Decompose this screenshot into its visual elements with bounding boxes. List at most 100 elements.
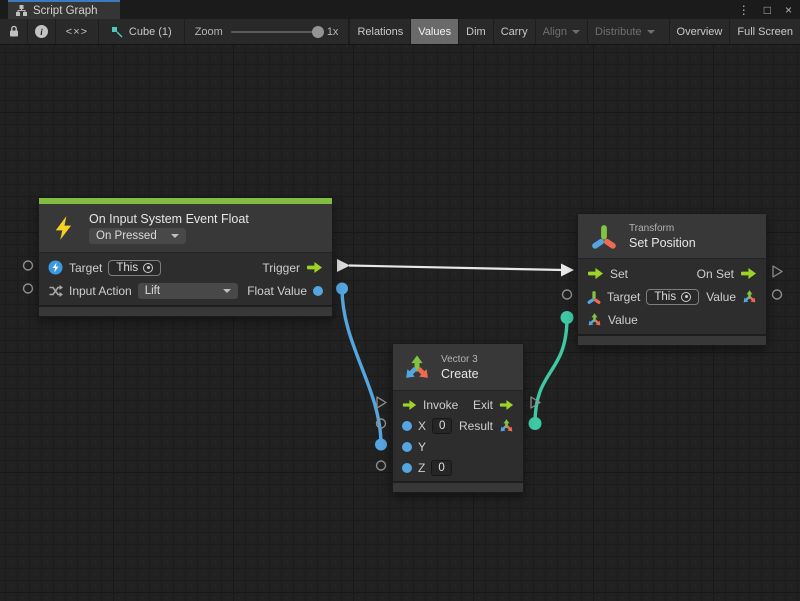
port-row-x-result: X 0 Result — [393, 415, 523, 436]
close-icon[interactable]: × — [785, 4, 792, 16]
flow-arrow-icon — [306, 261, 323, 274]
target-picker-icon — [681, 292, 691, 302]
input-action-icon — [48, 284, 63, 298]
port-invoke-input[interactable] — [377, 397, 386, 408]
node-category: Vector 3 — [441, 354, 479, 365]
transform-port-icon[interactable] — [587, 290, 601, 304]
node-on-input-system-event-float[interactable]: On Input System Event Float On Pressed — [38, 197, 333, 317]
port-onset-output[interactable] — [773, 266, 782, 277]
vector3-port-icon[interactable] — [742, 289, 757, 304]
chevron-down-icon — [223, 289, 231, 293]
vector3-node-header[interactable]: Vector 3 Create — [393, 344, 523, 390]
wire-trigger-to-set[interactable] — [349, 266, 563, 271]
graph-hierarchy-icon — [16, 5, 27, 16]
port-row-target-value: Target This Value — [578, 285, 766, 308]
port-exit-output[interactable] — [531, 397, 540, 408]
node-category: Transform — [629, 223, 696, 234]
vector3-port-icon[interactable] — [499, 418, 514, 433]
wire-flow-arrowhead-icon — [561, 264, 574, 277]
port-row-set-onset: Set On Set — [578, 262, 766, 285]
info-icon — [35, 25, 48, 38]
wire-floatvalue-to-y[interactable] — [342, 289, 381, 445]
float-port-icon[interactable] — [402, 421, 412, 431]
dim-button[interactable]: Dim — [458, 19, 493, 44]
code-view-icon: <×> — [66, 26, 88, 38]
port-row-input-action: Input Action Lift Float Value — [39, 279, 332, 302]
wire-result-to-value[interactable] — [535, 318, 567, 424]
port-x-input[interactable] — [377, 419, 386, 428]
input-system-icon — [48, 260, 63, 275]
flow-arrow-icon — [499, 399, 514, 411]
lock-icon — [8, 25, 20, 38]
chevron-down-icon — [171, 234, 179, 238]
node-vector3-create[interactable]: Vector 3 Create Invoke Exit — [392, 343, 524, 493]
node-title: Set Position — [629, 236, 696, 250]
tab-title: Script Graph — [33, 5, 98, 17]
port-value-output[interactable] — [773, 290, 782, 299]
tab-script-graph[interactable]: Script Graph — [8, 0, 120, 19]
event-state-dropdown[interactable]: On Pressed — [89, 228, 186, 244]
float-port-icon[interactable] — [402, 463, 412, 473]
overview-button[interactable]: Overview — [669, 19, 730, 44]
chevron-down-icon — [572, 30, 580, 34]
float-port-icon[interactable] — [313, 286, 323, 296]
zoom-label: Zoom — [195, 26, 223, 38]
port-event-target-input[interactable] — [24, 261, 33, 270]
x-value-field[interactable]: 0 — [432, 418, 452, 434]
flow-arrow-icon — [740, 267, 757, 280]
port-result-output[interactable] — [529, 417, 542, 430]
code-view-button[interactable]: <×> — [56, 19, 99, 44]
port-row-value-input: Value — [578, 308, 766, 331]
lightning-bolt-icon — [52, 215, 76, 241]
port-z-input[interactable] — [377, 461, 386, 470]
carry-button[interactable]: Carry — [493, 19, 535, 44]
event-target-this-button[interactable]: This — [108, 260, 161, 276]
event-node-footer — [39, 305, 332, 316]
zoom-slider[interactable] — [231, 31, 319, 33]
port-float-value-output[interactable] — [336, 283, 348, 295]
transform-node-header[interactable]: Transform Set Position — [578, 214, 766, 258]
zoom-control: Zoom 1x — [185, 19, 350, 44]
node-title: On Input System Event Float — [89, 212, 249, 226]
graph-toolbar: <×> Cube (1) Zoom 1x Relations Values Di… — [0, 19, 800, 45]
port-event-inputaction-input[interactable] — [24, 284, 33, 293]
node-transform-set-position[interactable]: Transform Set Position Set On Set — [577, 213, 767, 346]
unity-visual-scripting-window: Script Graph ⋮ □ × <×> — [0, 0, 800, 601]
transform-node-footer — [578, 334, 766, 345]
port-transform-target-input[interactable] — [563, 290, 572, 299]
input-action-dropdown[interactable]: Lift — [138, 283, 238, 299]
event-node-header[interactable]: On Input System Event Float On Pressed — [39, 204, 332, 252]
align-dropdown[interactable]: Align — [535, 19, 587, 44]
distribute-dropdown[interactable]: Distribute — [587, 19, 661, 44]
port-y-input[interactable] — [375, 439, 387, 451]
port-trigger-output[interactable] — [337, 259, 350, 272]
zoom-value: 1x — [327, 26, 339, 38]
info-button[interactable] — [28, 19, 56, 44]
window-controls: ⋮ □ × — [738, 0, 800, 19]
values-button[interactable]: Values — [410, 19, 458, 44]
graph-canvas[interactable]: On Input System Event Float On Pressed — [0, 45, 800, 601]
port-row-y: Y — [393, 436, 523, 457]
vector3-icon — [403, 353, 431, 381]
lock-button[interactable] — [0, 19, 28, 44]
menu-icon[interactable]: ⋮ — [738, 4, 750, 16]
port-value-input[interactable] — [561, 311, 574, 324]
port-row-invoke-exit: Invoke Exit — [393, 394, 523, 415]
toolbar-right-buttons: Relations Values Dim Carry Align Distrib… — [349, 19, 800, 44]
transform-target-this-button[interactable]: This — [646, 289, 699, 305]
port-row-z: Z 0 — [393, 457, 523, 478]
z-value-field[interactable]: 0 — [431, 460, 451, 476]
vector3-node-footer — [393, 481, 523, 492]
flow-arrow-icon — [587, 267, 604, 280]
relations-button[interactable]: Relations — [349, 19, 410, 44]
chevron-down-icon — [647, 30, 655, 34]
zoom-slider-handle[interactable] — [312, 26, 324, 38]
vector3-port-icon[interactable] — [587, 312, 602, 327]
float-port-icon[interactable] — [402, 442, 412, 452]
tab-bar: Script Graph ⋮ □ × — [0, 0, 800, 19]
graph-selector[interactable]: Cube (1) — [99, 19, 185, 44]
target-picker-icon — [143, 263, 153, 273]
fullscreen-button[interactable]: Full Screen — [729, 19, 800, 44]
port-row-target: Target This Trigger — [39, 256, 332, 279]
maximize-icon[interactable]: □ — [764, 4, 771, 16]
